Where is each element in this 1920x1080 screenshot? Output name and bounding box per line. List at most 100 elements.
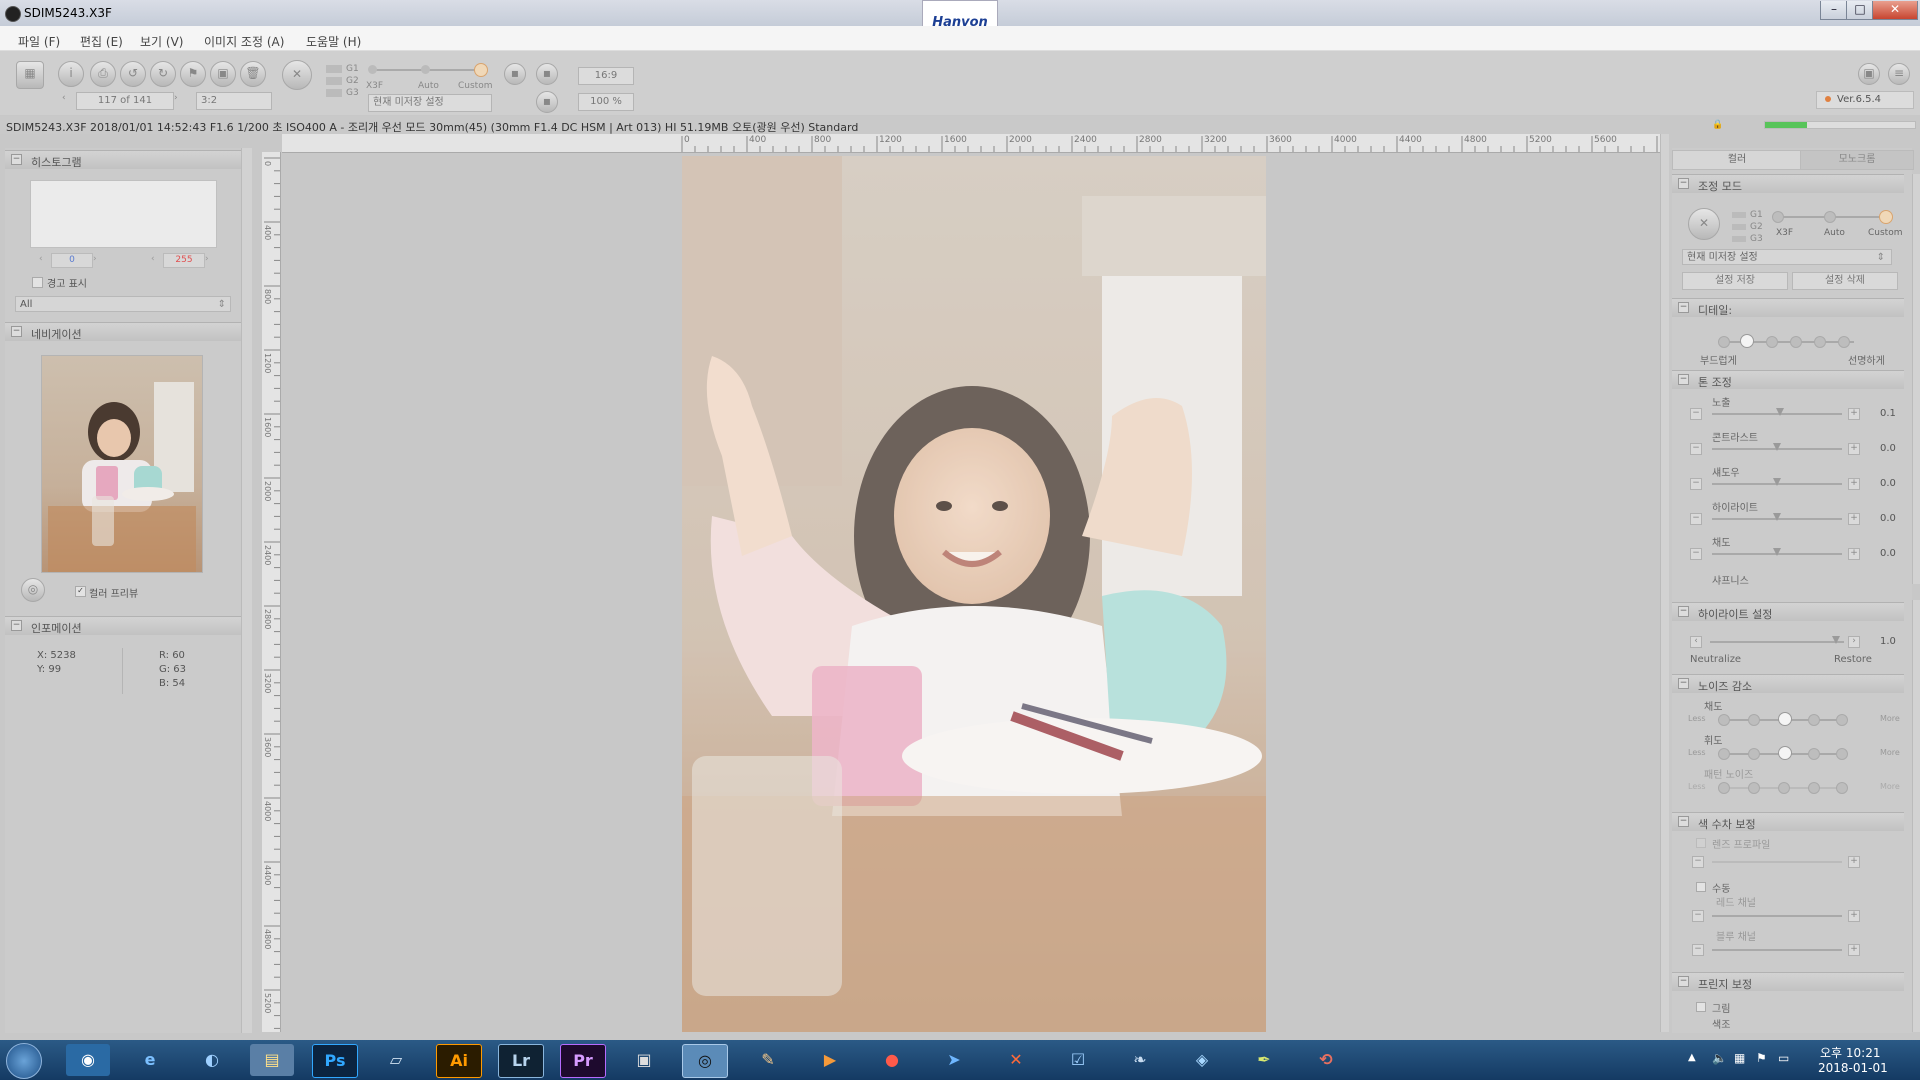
start-button[interactable] xyxy=(6,1043,42,1079)
histogram-high-increase-icon[interactable]: › xyxy=(205,254,215,266)
file-explorer-icon[interactable]: ▤ xyxy=(250,1044,294,1076)
capture-app-icon[interactable]: ◈ xyxy=(1180,1044,1224,1076)
right-panel-scrollbar-top[interactable] xyxy=(1912,174,1920,584)
tone-decrease-button-2[interactable]: − xyxy=(1690,478,1702,490)
grid-view-icon[interactable]: ▦ xyxy=(16,61,44,89)
tone-increase-button-3[interactable]: + xyxy=(1848,513,1860,525)
illustrator-icon[interactable]: Ai xyxy=(436,1044,482,1078)
manual-checkbox[interactable] xyxy=(1696,882,1706,892)
adjust-mode-header[interactable]: − 조정 모드 xyxy=(1672,174,1904,193)
display-icon[interactable]: ▭ xyxy=(1778,1051,1789,1065)
panel-toggle-icon[interactable]: ≡ xyxy=(1888,63,1910,85)
zoom-field[interactable]: 100 % xyxy=(578,93,634,111)
menu-file[interactable]: 파일 (F) xyxy=(18,33,60,50)
ratio-select[interactable]: 3:2 xyxy=(196,92,272,110)
tone-knob-1[interactable] xyxy=(1773,443,1781,451)
noise-luma-step-2[interactable] xyxy=(1748,748,1760,760)
preset-select[interactable]: 현재 미저장 설정 ⇕ xyxy=(1682,249,1892,265)
tab-monochrome[interactable]: 모노크롬 xyxy=(1800,150,1914,170)
aspect-field[interactable]: 16:9 xyxy=(578,67,634,85)
red-channel-increase-button[interactable]: + xyxy=(1848,910,1860,922)
crop-icon[interactable]: ▪ xyxy=(504,63,526,85)
maximize-button[interactable]: □ xyxy=(1846,1,1874,20)
tone-increase-button-1[interactable]: + xyxy=(1848,443,1860,455)
noise-luma-step-1[interactable] xyxy=(1718,748,1730,760)
aberration-header[interactable]: − 색 수차 보정 xyxy=(1672,812,1904,831)
channel-select[interactable]: All ⇕ xyxy=(15,296,231,312)
lightroom-icon[interactable]: Lr xyxy=(498,1044,544,1078)
collapse-icon[interactable]: − xyxy=(1678,302,1689,313)
right-panel-scrollbar-bottom[interactable] xyxy=(1912,600,1920,1032)
collapse-icon[interactable]: − xyxy=(1678,606,1689,617)
detail-step-3[interactable] xyxy=(1766,336,1778,348)
messenger-icon[interactable]: ◐ xyxy=(190,1044,234,1076)
noise-chroma-step-4[interactable] xyxy=(1808,714,1820,726)
collapse-icon[interactable]: − xyxy=(11,154,22,165)
adjust-mode-icon[interactable]: ✕ xyxy=(1688,208,1720,240)
notes-icon[interactable]: ▱ xyxy=(374,1044,418,1076)
histogram-header[interactable]: − 히스토그램 xyxy=(5,150,241,169)
detail-step-4[interactable] xyxy=(1790,336,1802,348)
navigation-header[interactable]: − 네비게이션 xyxy=(5,322,241,341)
rotate-right-icon[interactable]: ↻ xyxy=(150,61,176,87)
detail-header[interactable]: − 디테일: xyxy=(1672,298,1904,317)
tone-increase-button-4[interactable]: + xyxy=(1848,548,1860,560)
mode-custom-dot[interactable] xyxy=(474,63,488,77)
collapse-icon[interactable]: − xyxy=(11,326,22,337)
menu-help[interactable]: 도움말 (H) xyxy=(306,33,361,50)
highlight-track[interactable] xyxy=(1710,641,1844,643)
sync-app-icon[interactable]: ⟲ xyxy=(1304,1044,1348,1076)
tone-header[interactable]: − 톤 조정 xyxy=(1672,370,1904,389)
tone-knob-0[interactable] xyxy=(1775,408,1784,416)
lens-profile-increase-button[interactable]: + xyxy=(1848,856,1860,868)
preset-select[interactable]: 현재 미저장 설정 xyxy=(368,94,492,112)
mode-auto-dot[interactable] xyxy=(1824,211,1836,223)
tray-expand-icon[interactable]: ▲ xyxy=(1688,1052,1696,1063)
tone-decrease-button-3[interactable]: − xyxy=(1690,513,1702,525)
mode-custom-dot[interactable] xyxy=(1879,210,1893,224)
flag-icon[interactable]: ⚑ xyxy=(180,61,206,87)
histogram-high-field[interactable]: 255 xyxy=(163,253,205,268)
compare-icon[interactable]: ▪ xyxy=(536,63,558,85)
noise-pattern-step-2[interactable] xyxy=(1748,782,1760,794)
internet-explorer-icon[interactable]: e xyxy=(128,1044,172,1076)
histogram-low-field[interactable]: 0 xyxy=(51,253,93,268)
tone-increase-button-2[interactable]: + xyxy=(1848,478,1860,490)
highlight-decrease-button[interactable]: ‹ xyxy=(1690,636,1702,648)
highlight-knob[interactable] xyxy=(1832,636,1840,644)
information-header[interactable]: − 인포메이션 xyxy=(5,616,241,635)
menu-edit[interactable]: 편집 (E) xyxy=(80,33,123,50)
collapse-icon[interactable]: − xyxy=(1678,816,1689,827)
sigma-photo-pro-icon[interactable]: ◎ xyxy=(682,1044,728,1078)
lens-profile-checkbox[interactable] xyxy=(1696,838,1706,848)
xmind-icon[interactable]: ✕ xyxy=(994,1044,1038,1076)
tone-decrease-button-1[interactable]: − xyxy=(1690,443,1702,455)
tone-knob-4[interactable] xyxy=(1773,548,1781,556)
lens-profile-track[interactable] xyxy=(1712,861,1842,863)
fullscreen-icon[interactable]: ▣ xyxy=(1858,63,1880,85)
close-button[interactable]: ✕ xyxy=(1872,1,1918,20)
fringe-shadow-checkbox[interactable] xyxy=(1696,1002,1706,1012)
delete-settings-button[interactable]: 설정 삭제 xyxy=(1792,272,1898,290)
next-image-icon[interactable]: › xyxy=(174,93,184,107)
blue-channel-increase-button[interactable]: + xyxy=(1848,944,1860,956)
clock-time[interactable]: 오후 10:21 xyxy=(1820,1044,1880,1061)
red-channel-track[interactable] xyxy=(1712,915,1842,917)
detail-step-2[interactable] xyxy=(1740,334,1754,348)
transfer-app-icon[interactable]: ➤ xyxy=(932,1044,976,1076)
detail-step-6[interactable] xyxy=(1838,336,1850,348)
color-preview-checkbox[interactable]: ✓ xyxy=(75,586,86,597)
noise-luma-step-4[interactable] xyxy=(1808,748,1820,760)
minimize-button[interactable]: – xyxy=(1820,1,1848,20)
noise-chroma-step-2[interactable] xyxy=(1748,714,1760,726)
feather-app-icon[interactable]: ❧ xyxy=(1118,1044,1162,1076)
noise-chroma-step-5[interactable] xyxy=(1836,714,1848,726)
blue-channel-decrease-button[interactable]: − xyxy=(1692,944,1704,956)
clock-date[interactable]: 2018-01-01 xyxy=(1818,1061,1888,1075)
flag-icon[interactable]: ⚑ xyxy=(1756,1051,1767,1065)
red-channel-decrease-button[interactable]: − xyxy=(1692,910,1704,922)
network-icon[interactable]: ▦ xyxy=(1734,1051,1745,1065)
rotate-left-icon[interactable]: ↺ xyxy=(120,61,146,87)
mode-x3f-dot[interactable] xyxy=(368,65,377,74)
menu-view[interactable]: 보기 (V) xyxy=(140,33,183,50)
